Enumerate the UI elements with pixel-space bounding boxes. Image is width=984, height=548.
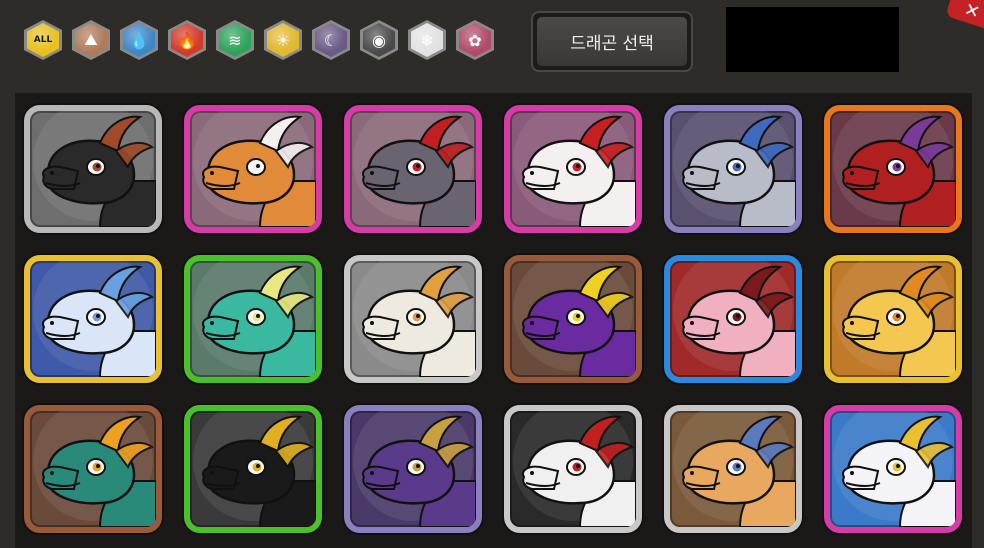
- filter-all-button[interactable]: ALL: [24, 20, 62, 60]
- pink-dragon-portrait-icon: [673, 261, 796, 377]
- dragon-card[interactable]: [664, 255, 802, 383]
- water-element-icon: 💧: [123, 23, 155, 57]
- dark-element-icon: ☾: [315, 23, 347, 57]
- purple-serpent-dragon-portrait-icon: [513, 261, 636, 377]
- dragon-card[interactable]: [24, 405, 162, 533]
- red-white-striped-dragon-portrait-icon: [513, 411, 636, 527]
- dragon-grid: [15, 93, 972, 548]
- dragon-card[interactable]: [24, 105, 162, 233]
- armored-skull-dragon-portrait-icon: [673, 111, 796, 227]
- dragon-card[interactable]: [824, 255, 962, 383]
- dragon-card[interactable]: [664, 105, 802, 233]
- white-baby-dragon-portrait-icon: [833, 411, 956, 527]
- black-dragon-portrait-icon: [33, 111, 156, 227]
- filter-dark-element-button[interactable]: ☾: [312, 20, 350, 60]
- dragon-card[interactable]: [184, 405, 322, 533]
- dragon-card[interactable]: [344, 255, 482, 383]
- filter-fire-element-button[interactable]: 🔥: [168, 20, 206, 60]
- dragon-card[interactable]: [504, 255, 642, 383]
- dragon-card[interactable]: [504, 105, 642, 233]
- red-purple-dragon-portrait-icon: [833, 111, 956, 227]
- dragon-card[interactable]: [24, 255, 162, 383]
- yellow-dragon-portrait-icon: [833, 261, 956, 377]
- white-gold-dragon-portrait-icon: [353, 261, 476, 377]
- earth-element-icon: ⛰: [75, 23, 107, 57]
- filter-ice-element-button[interactable]: ❄: [408, 20, 446, 60]
- green-dragon-portrait-icon: [33, 411, 156, 527]
- ice-element-icon: ❄: [411, 23, 443, 57]
- redacted-area: [726, 7, 899, 72]
- all-icon: ALL: [27, 23, 59, 57]
- filter-earth-element-button[interactable]: ⛰: [72, 20, 110, 60]
- orange-white-dragon-portrait-icon: [193, 111, 316, 227]
- dragon-select-button[interactable]: 드래곤 선택: [531, 11, 693, 72]
- fire-element-icon: 🔥: [171, 23, 203, 57]
- close-icon: ✕: [961, 0, 983, 24]
- dragon-card[interactable]: [824, 105, 962, 233]
- dragon-card[interactable]: [344, 405, 482, 533]
- dragon-card[interactable]: [344, 105, 482, 233]
- violet-horned-dragon-portrait-icon: [353, 411, 476, 527]
- poison-element-icon: ✿: [459, 23, 491, 57]
- tan-furry-dragon-portrait-icon: [673, 411, 796, 527]
- dragon-card[interactable]: [184, 255, 322, 383]
- filter-light-element-button[interactable]: ☀: [264, 20, 302, 60]
- dragon-card[interactable]: [664, 405, 802, 533]
- chaos-element-icon: ◉: [363, 23, 395, 57]
- wind-element-icon: ≋: [219, 23, 251, 57]
- dragon-card[interactable]: [824, 405, 962, 533]
- filter-chaos-element-button[interactable]: ◉: [360, 20, 398, 60]
- top-bar: ALL ⛰ 💧 🔥 ≋ ☀ ☾ ◉ ❄ ✿ 드래곤 선택 ✕: [0, 0, 984, 88]
- dragon-card[interactable]: [184, 105, 322, 233]
- light-element-icon: ☀: [267, 23, 299, 57]
- dragon-select-label: 드래곤 선택: [537, 17, 687, 66]
- white-red-dragon-portrait-icon: [513, 111, 636, 227]
- filter-poison-element-button[interactable]: ✿: [456, 20, 494, 60]
- close-button[interactable]: ✕: [945, 0, 984, 31]
- filter-water-element-button[interactable]: 💧: [120, 20, 158, 60]
- filter-wind-element-button[interactable]: ≋: [216, 20, 254, 60]
- teal-dragon-portrait-icon: [193, 261, 316, 377]
- dragon-card[interactable]: [504, 405, 642, 533]
- black-gold-dragon-portrait-icon: [193, 411, 316, 527]
- gray-horned-dragon-portrait-icon: [353, 111, 476, 227]
- ice-blue-dragon-portrait-icon: [33, 261, 156, 377]
